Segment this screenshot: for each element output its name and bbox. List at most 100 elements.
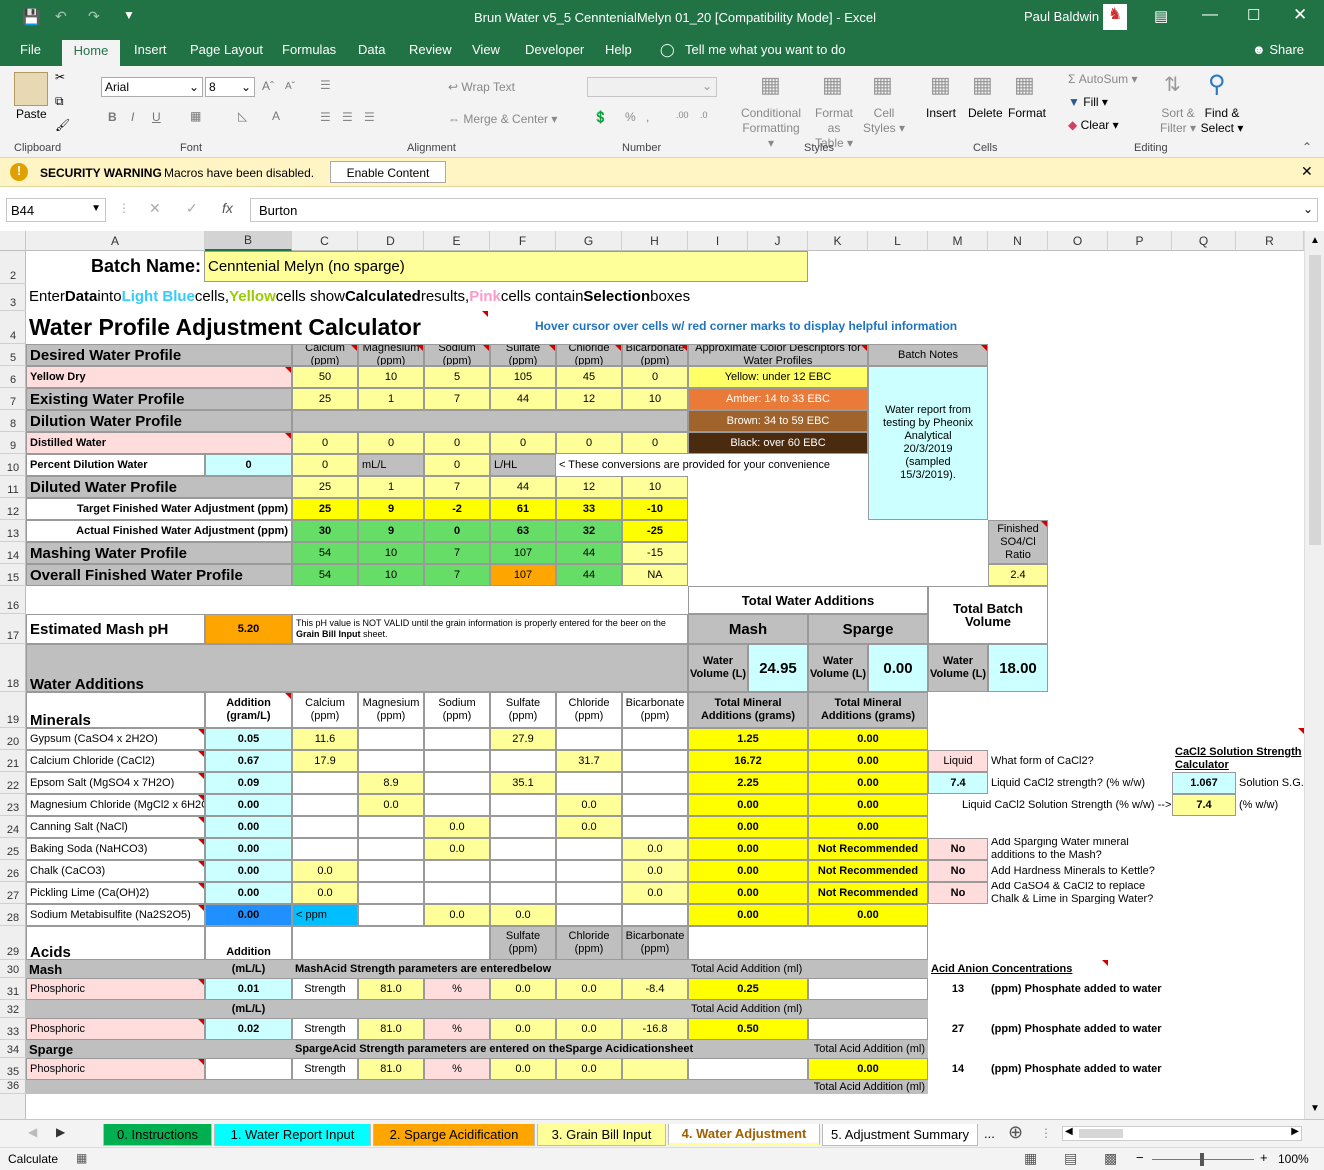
row-header-34[interactable]: 34 <box>0 1040 26 1058</box>
save-icon[interactable]: 💾 <box>22 8 41 26</box>
mineral-addition-input[interactable]: 0.00 <box>205 794 292 816</box>
column-header-B[interactable]: B <box>205 231 292 251</box>
maximize-icon[interactable]: ☐ <box>1247 6 1260 24</box>
row-header-24[interactable]: 24 <box>0 816 26 838</box>
fill-button[interactable]: ▼ Fill ▾ <box>1068 95 1108 109</box>
merge-center-button[interactable]: ⇔ Merge & Center ▾ <box>448 112 557 126</box>
sort-filter-button[interactable]: Sort & Filter ▾ <box>1158 106 1198 136</box>
mineral-addition-input[interactable]: 0.00 <box>205 882 292 904</box>
row-header-16[interactable]: 16 <box>0 586 26 614</box>
redo-icon[interactable]: ↷ <box>88 8 100 25</box>
row-header-11[interactable]: 11 <box>0 476 26 498</box>
align-right-icon[interactable]: ☰ <box>364 110 375 124</box>
row-header-30[interactable]: 30 <box>0 960 26 978</box>
solution-sg-input[interactable]: 1.067 <box>1172 772 1236 794</box>
desired-profile-select[interactable]: Yellow Dry <box>26 366 292 388</box>
tab-file[interactable]: File <box>20 42 41 57</box>
row-header-10[interactable]: 10 <box>0 454 26 476</box>
mash-water-volume[interactable]: 24.95 <box>748 644 808 692</box>
batch-water-volume[interactable]: 18.00 <box>988 644 1048 692</box>
column-header-C[interactable]: C <box>292 231 358 251</box>
page-layout-view-icon[interactable]: ▤ <box>1064 1150 1077 1167</box>
row-header-17[interactable]: 17 <box>0 614 26 644</box>
tab-help[interactable]: Help <box>605 42 632 57</box>
enable-content-button[interactable]: Enable Content <box>330 161 446 183</box>
scroll-left-icon[interactable]: ◀ <box>1065 1126 1073 1137</box>
copy-icon[interactable]: ⧉ <box>55 94 64 109</box>
vertical-scrollbar[interactable]: ▲ ▼ <box>1304 231 1324 1119</box>
insert-cells-button[interactable]: Insert <box>926 106 956 120</box>
comma-icon[interactable]: , <box>646 110 649 124</box>
acid-type-select[interactable]: Phosphoric <box>26 1058 205 1080</box>
row-header-5[interactable]: 5 <box>0 344 26 366</box>
zoom-level[interactable]: 100% <box>1278 1152 1309 1166</box>
enter-icon[interactable]: ✓ <box>186 200 198 217</box>
formula-input[interactable]: Burton ⌄ <box>250 198 1318 222</box>
row-header-19[interactable]: 19 <box>0 692 26 728</box>
column-header-R[interactable]: R <box>1236 231 1304 251</box>
sheet-tab-3[interactable]: 3. Grain Bill Input <box>537 1124 666 1146</box>
tab-formulas[interactable]: Formulas <box>282 42 336 57</box>
cancel-icon[interactable]: ✕ <box>149 200 161 217</box>
tab-page-layout[interactable]: Page Layout <box>190 42 263 57</box>
mineral-addition-input[interactable]: 0.00 <box>205 904 292 926</box>
italic-icon[interactable]: I <box>131 110 134 124</box>
bold-icon[interactable]: B <box>108 110 117 124</box>
row-header-2[interactable]: 2 <box>0 251 26 284</box>
cacl2-form-select[interactable]: Liquid <box>928 750 988 772</box>
row-header-13[interactable]: 13 <box>0 520 26 542</box>
mineral-addition-input[interactable]: 0.00 <box>205 838 292 860</box>
horizontal-scrollbar[interactable]: ◀ ▶ <box>1062 1126 1302 1141</box>
paste-button[interactable]: Paste <box>16 107 47 121</box>
tell-me-search[interactable]: Tell me what you want to do <box>685 42 845 57</box>
select-all-corner[interactable] <box>0 231 26 251</box>
sheet-tab-0[interactable]: 0. Instructions <box>103 1124 212 1146</box>
sheet-tab-5[interactable]: 5. Adjustment Summary <box>822 1124 978 1146</box>
font-color-icon[interactable]: A <box>272 109 280 123</box>
row-header-7[interactable]: 7 <box>0 388 26 410</box>
column-header-Q[interactable]: Q <box>1172 231 1236 251</box>
avatar[interactable]: ♞ <box>1103 4 1127 30</box>
column-header-I[interactable]: I <box>688 231 748 251</box>
tab-home[interactable]: Home <box>62 40 120 67</box>
shrink-font-icon[interactable]: Aˇ <box>285 81 295 92</box>
row-header-6[interactable]: 6 <box>0 366 26 388</box>
cacl2-strength-input[interactable]: 7.4 <box>928 772 988 794</box>
column-header-G[interactable]: G <box>556 231 622 251</box>
undo-icon[interactable]: ↶ <box>55 8 67 25</box>
row-header-9[interactable]: 9 <box>0 432 26 454</box>
font-name-box[interactable]: Arial ⌄ <box>101 77 203 97</box>
mineral-addition-input[interactable]: 0.67 <box>205 750 292 772</box>
kettle-hardness-select[interactable]: No <box>928 860 988 882</box>
row-header-25[interactable]: 25 <box>0 838 26 860</box>
mineral-addition-input[interactable]: 0.00 <box>205 816 292 838</box>
column-header-O[interactable]: O <box>1048 231 1108 251</box>
find-select-button[interactable]: Find & Select ▾ <box>1200 106 1244 136</box>
scroll-thumb[interactable] <box>1079 1129 1123 1138</box>
scroll-right-icon[interactable]: ▶ <box>56 1125 65 1139</box>
cell-styles-button[interactable]: Cell Styles ▾ <box>862 106 906 136</box>
grow-font-icon[interactable]: Aˆ <box>262 79 274 93</box>
row-header-29[interactable]: 29 <box>0 926 26 960</box>
dilution-water-select[interactable]: Distilled Water <box>26 432 292 454</box>
tab-insert[interactable]: Insert <box>134 42 167 57</box>
acid-type-select[interactable]: Phosphoric <box>26 1018 205 1040</box>
acid-addition-input[interactable] <box>205 1058 292 1080</box>
acid-addition-input[interactable]: 0.01 <box>205 978 292 1000</box>
share-button[interactable]: ☻ Share <box>1252 42 1304 57</box>
currency-icon[interactable]: 💲 <box>593 110 608 124</box>
conditional-formatting-button[interactable]: Conditional Formatting ▾ <box>739 106 803 151</box>
delete-cells-button[interactable]: Delete <box>968 106 1003 120</box>
more-tabs[interactable]: ... <box>984 1126 995 1141</box>
row-header-36[interactable]: 36 <box>0 1080 26 1094</box>
mineral-addition-input[interactable]: 0.00 <box>205 860 292 882</box>
batch-name-value[interactable]: Cenntenial Melyn (no sparge) <box>204 251 808 282</box>
customize-qat-icon[interactable]: ▼ <box>123 8 135 22</box>
row-header-4[interactable]: 4 <box>0 311 26 344</box>
insert-function-icon[interactable]: fx <box>222 200 233 216</box>
column-header-D[interactable]: D <box>358 231 424 251</box>
mineral-addition-input[interactable]: 0.05 <box>205 728 292 750</box>
clear-button[interactable]: ◆ Clear ▾ <box>1068 118 1119 132</box>
increase-decimal-icon[interactable]: .00 <box>676 110 689 120</box>
column-header-H[interactable]: H <box>622 231 688 251</box>
